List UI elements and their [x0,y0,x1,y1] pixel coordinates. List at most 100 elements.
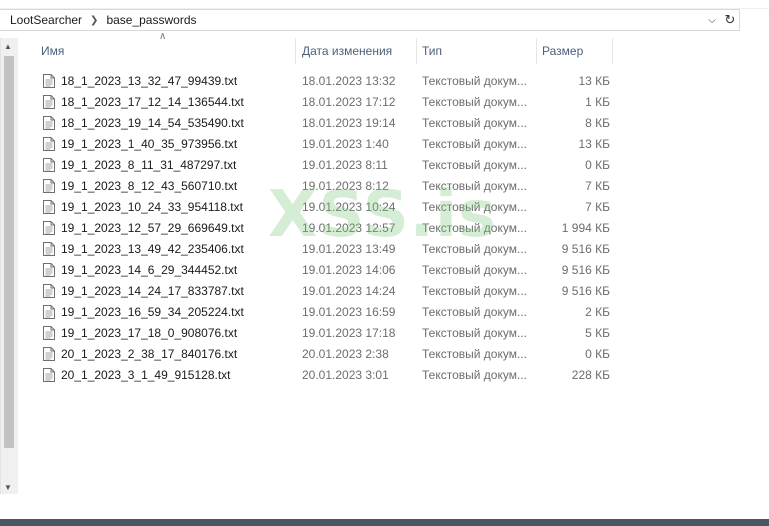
text-file-icon [43,115,55,130]
file-date: 18.01.2023 17:12 [302,94,396,109]
scrollbar-thumb[interactable] [4,56,14,448]
file-name: 19_1_2023_14_6_29_344452.txt [61,262,238,277]
file-name-cell[interactable]: 18_1_2023_19_14_54_535490.txt [30,115,296,130]
file-name-cell[interactable]: 19_1_2023_10_24_33_954118.txt [30,199,296,214]
file-date: 19.01.2023 13:49 [302,241,396,256]
file-row[interactable]: 19_1_2023_14_24_17_833787.txt 19.01.2023… [30,280,610,301]
file-date: 19.01.2023 16:59 [302,304,396,319]
taskbar-strip [0,519,769,526]
file-size: 9 516 КБ [561,241,610,256]
file-type: Текстовый докум... [422,346,527,361]
file-size: 5 КБ [585,325,610,340]
file-size: 0 КБ [585,157,610,172]
file-row[interactable]: 19_1_2023_10_24_33_954118.txt 19.01.2023… [30,196,610,217]
file-name: 20_1_2023_2_38_17_840176.txt [61,346,238,361]
file-row[interactable]: 19_1_2023_17_18_0_908076.txt 19.01.2023 … [30,322,610,343]
file-name-cell[interactable]: 19_1_2023_8_11_31_487297.txt [30,157,296,172]
file-name: 19_1_2023_16_59_34_205224.txt [61,304,244,319]
chevron-right-icon[interactable]: ❯ [82,15,106,26]
file-row[interactable]: 19_1_2023_13_49_42_235406.txt 19.01.2023… [30,238,610,259]
file-size: 8 КБ [585,115,610,130]
file-name: 20_1_2023_3_1_49_915128.txt [61,367,231,382]
file-name-cell[interactable]: 20_1_2023_3_1_49_915128.txt [30,367,296,382]
scroll-down-arrow-icon[interactable]: ▼ [4,483,12,492]
file-name-cell[interactable]: 19_1_2023_13_49_42_235406.txt [30,241,296,256]
file-row[interactable]: 19_1_2023_12_57_29_669649.txt 19.01.2023… [30,217,610,238]
file-name: 19_1_2023_10_24_33_954118.txt [61,199,243,214]
text-file-icon [43,262,55,277]
file-row[interactable]: 19_1_2023_14_6_29_344452.txt 19.01.2023 … [30,259,610,280]
file-type: Текстовый докум... [422,283,527,298]
file-type: Текстовый докум... [422,157,527,172]
text-file-icon [43,325,55,340]
file-name: 19_1_2023_8_11_31_487297.txt [61,157,237,172]
file-name-cell[interactable]: 18_1_2023_13_32_47_99439.txt [30,73,296,88]
file-date: 19.01.2023 17:18 [302,325,396,340]
file-date: 19.01.2023 14:24 [302,283,396,298]
file-type: Текстовый докум... [422,115,527,130]
file-type: Текстовый докум... [422,367,527,382]
sort-ascending-icon: ∧ [159,31,167,42]
file-row[interactable]: 18_1_2023_13_32_47_99439.txt 18.01.2023 … [30,70,610,91]
scrollbar-separator [0,38,1,494]
scroll-up-arrow-icon[interactable]: ▲ [4,42,12,51]
file-name: 19_1_2023_14_24_17_833787.txt [61,283,244,298]
column-header-size[interactable]: Размер [537,38,613,64]
text-file-icon [43,283,55,298]
file-size: 13 КБ [578,136,610,151]
column-header-type-label: Тип [422,44,443,58]
file-date: 19.01.2023 14:06 [302,262,396,277]
file-date: 18.01.2023 13:32 [302,73,396,88]
text-file-icon [43,178,55,193]
file-date: 19.01.2023 8:11 [302,157,388,172]
column-header-name[interactable]: ∧ Имя [30,31,296,64]
address-bar[interactable]: LootSearcher ❯ base_passwords ⌵ ↻ [0,9,740,31]
text-file-icon [43,157,55,172]
file-name-cell[interactable]: 18_1_2023_17_12_14_136544.txt [30,94,296,109]
refresh-icon[interactable]: ↻ [721,10,739,30]
file-name-cell[interactable]: 19_1_2023_17_18_0_908076.txt [30,325,296,340]
file-date: 20.01.2023 3:01 [302,367,389,382]
file-name-cell[interactable]: 19_1_2023_8_12_43_560710.txt [30,178,296,193]
file-row[interactable]: 20_1_2023_2_38_17_840176.txt 20.01.2023 … [30,343,610,364]
file-row[interactable]: 18_1_2023_17_12_14_136544.txt 18.01.2023… [30,91,610,112]
file-size: 2 КБ [585,304,610,319]
file-size: 7 КБ [585,199,610,214]
file-type: Текстовый докум... [422,199,527,214]
file-list: 18_1_2023_13_32_47_99439.txt 18.01.2023 … [30,70,610,385]
vertical-scrollbar[interactable]: ▲ ▼ [0,38,18,494]
file-type: Текстовый докум... [422,241,527,256]
file-name: 19_1_2023_13_49_42_235406.txt [61,241,244,256]
file-name-cell[interactable]: 19_1_2023_1_40_35_973956.txt [30,136,296,151]
breadcrumb-item-base-passwords[interactable]: base_passwords [106,13,196,27]
file-name-cell[interactable]: 19_1_2023_14_6_29_344452.txt [30,262,296,277]
file-size: 9 516 КБ [561,283,610,298]
chevron-down-icon[interactable]: ⌵ [703,10,721,30]
file-date: 20.01.2023 2:38 [302,346,389,361]
file-name-cell[interactable]: 19_1_2023_16_59_34_205224.txt [30,304,296,319]
file-size: 9 516 КБ [561,262,610,277]
column-header-row: ∧ Имя Дата изменения Тип Размер [30,31,613,64]
column-header-date[interactable]: Дата изменения [296,38,417,64]
file-row[interactable]: 18_1_2023_19_14_54_535490.txt 18.01.2023… [30,112,610,133]
file-row[interactable]: 19_1_2023_8_12_43_560710.txt 19.01.2023 … [30,175,610,196]
file-type: Текстовый докум... [422,304,527,319]
file-row[interactable]: 19_1_2023_8_11_31_487297.txt 19.01.2023 … [30,154,610,175]
file-row[interactable]: 19_1_2023_16_59_34_205224.txt 19.01.2023… [30,301,610,322]
file-date: 19.01.2023 8:12 [302,178,389,193]
text-file-icon [43,94,55,109]
file-row[interactable]: 20_1_2023_3_1_49_915128.txt 20.01.2023 3… [30,364,610,385]
file-name: 18_1_2023_13_32_47_99439.txt [61,73,238,88]
file-type: Текстовый докум... [422,73,527,88]
file-name-cell[interactable]: 19_1_2023_12_57_29_669649.txt [30,220,296,235]
file-size: 0 КБ [585,346,610,361]
column-header-type[interactable]: Тип [417,38,537,64]
file-name-cell[interactable]: 19_1_2023_14_24_17_833787.txt [30,283,296,298]
file-type: Текстовый докум... [422,262,527,277]
text-file-icon [43,346,55,361]
file-name-cell[interactable]: 20_1_2023_2_38_17_840176.txt [30,346,296,361]
file-name: 19_1_2023_1_40_35_973956.txt [61,136,238,151]
column-header-date-label: Дата изменения [302,44,393,58]
breadcrumb-item-lootsearcher[interactable]: LootSearcher [0,13,82,27]
file-row[interactable]: 19_1_2023_1_40_35_973956.txt 19.01.2023 … [30,133,610,154]
